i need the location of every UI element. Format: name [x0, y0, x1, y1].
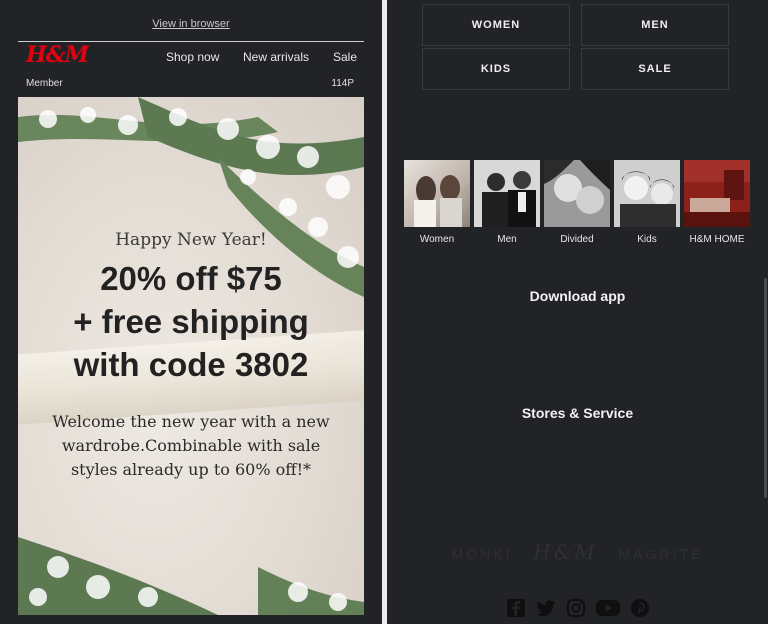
twitter-icon[interactable]: [535, 598, 557, 618]
instagram-icon[interactable]: [565, 598, 587, 618]
category-women-button[interactable]: WOMEN: [422, 4, 570, 46]
member-label: Member: [26, 78, 63, 89]
facebook-icon[interactable]: [505, 598, 527, 618]
department-men-label[interactable]: Men: [472, 234, 542, 245]
download-app-heading: Download app: [529, 288, 626, 304]
partner-logo: MAGRITE: [618, 546, 704, 562]
store-link[interactable]: [387, 448, 768, 460]
stores-service-heading: Stores & Service: [521, 405, 634, 421]
email-right-panel: WOMEN MEN KIDS SALE Women Men Divided Ki…: [387, 0, 768, 624]
partner-logos: MONKI H&M MAGRITE: [387, 540, 768, 564]
scrollbar[interactable]: [764, 278, 767, 498]
nav-shop-now[interactable]: Shop now: [166, 50, 219, 64]
hm-logo[interactable]: H&M: [26, 42, 89, 68]
hero-body-text: Welcome the new year with a new wardrobe…: [52, 412, 330, 479]
hero-banner[interactable]: Happy New Year! 20% off $75 + free shipp…: [18, 97, 364, 615]
pinterest-icon[interactable]: [629, 598, 651, 618]
department-men-image[interactable]: [474, 160, 540, 227]
youtube-icon[interactable]: [595, 598, 621, 618]
partner-logo: MONKI: [451, 546, 513, 562]
offer-line: + free shipping: [73, 303, 309, 340]
hero-greeting: Happy New Year!: [115, 230, 267, 250]
hero-offer: 20% off $75 + free shipping with code 38…: [18, 257, 364, 386]
view-in-browser-link[interactable]: View in browser: [0, 18, 382, 30]
department-kids-image[interactable]: [614, 160, 680, 227]
nav-sale[interactable]: Sale: [333, 50, 357, 64]
department-home-image[interactable]: [684, 160, 750, 227]
email-left-panel: View in browser H&M Shop now New arrival…: [0, 0, 382, 624]
app-store-badge[interactable]: [387, 330, 768, 342]
category-men-button[interactable]: MEN: [581, 4, 729, 46]
department-women-label[interactable]: Women: [402, 234, 472, 245]
department-divided-label[interactable]: Divided: [542, 234, 612, 245]
category-kids-button[interactable]: KIDS: [422, 48, 570, 90]
department-divided-image[interactable]: [544, 160, 610, 227]
department-kids-label[interactable]: Kids: [612, 234, 682, 245]
department-home-label[interactable]: H&M HOME: [682, 234, 752, 245]
department-women-image[interactable]: [404, 160, 470, 227]
member-points: 114P: [331, 78, 354, 89]
offer-line: with code 3802: [73, 346, 309, 383]
nav-new-arrivals[interactable]: New arrivals: [243, 50, 309, 64]
category-sale-button[interactable]: SALE: [581, 48, 729, 90]
offer-line: 20% off $75: [100, 260, 282, 297]
partner-logo: H&M: [533, 540, 598, 564]
